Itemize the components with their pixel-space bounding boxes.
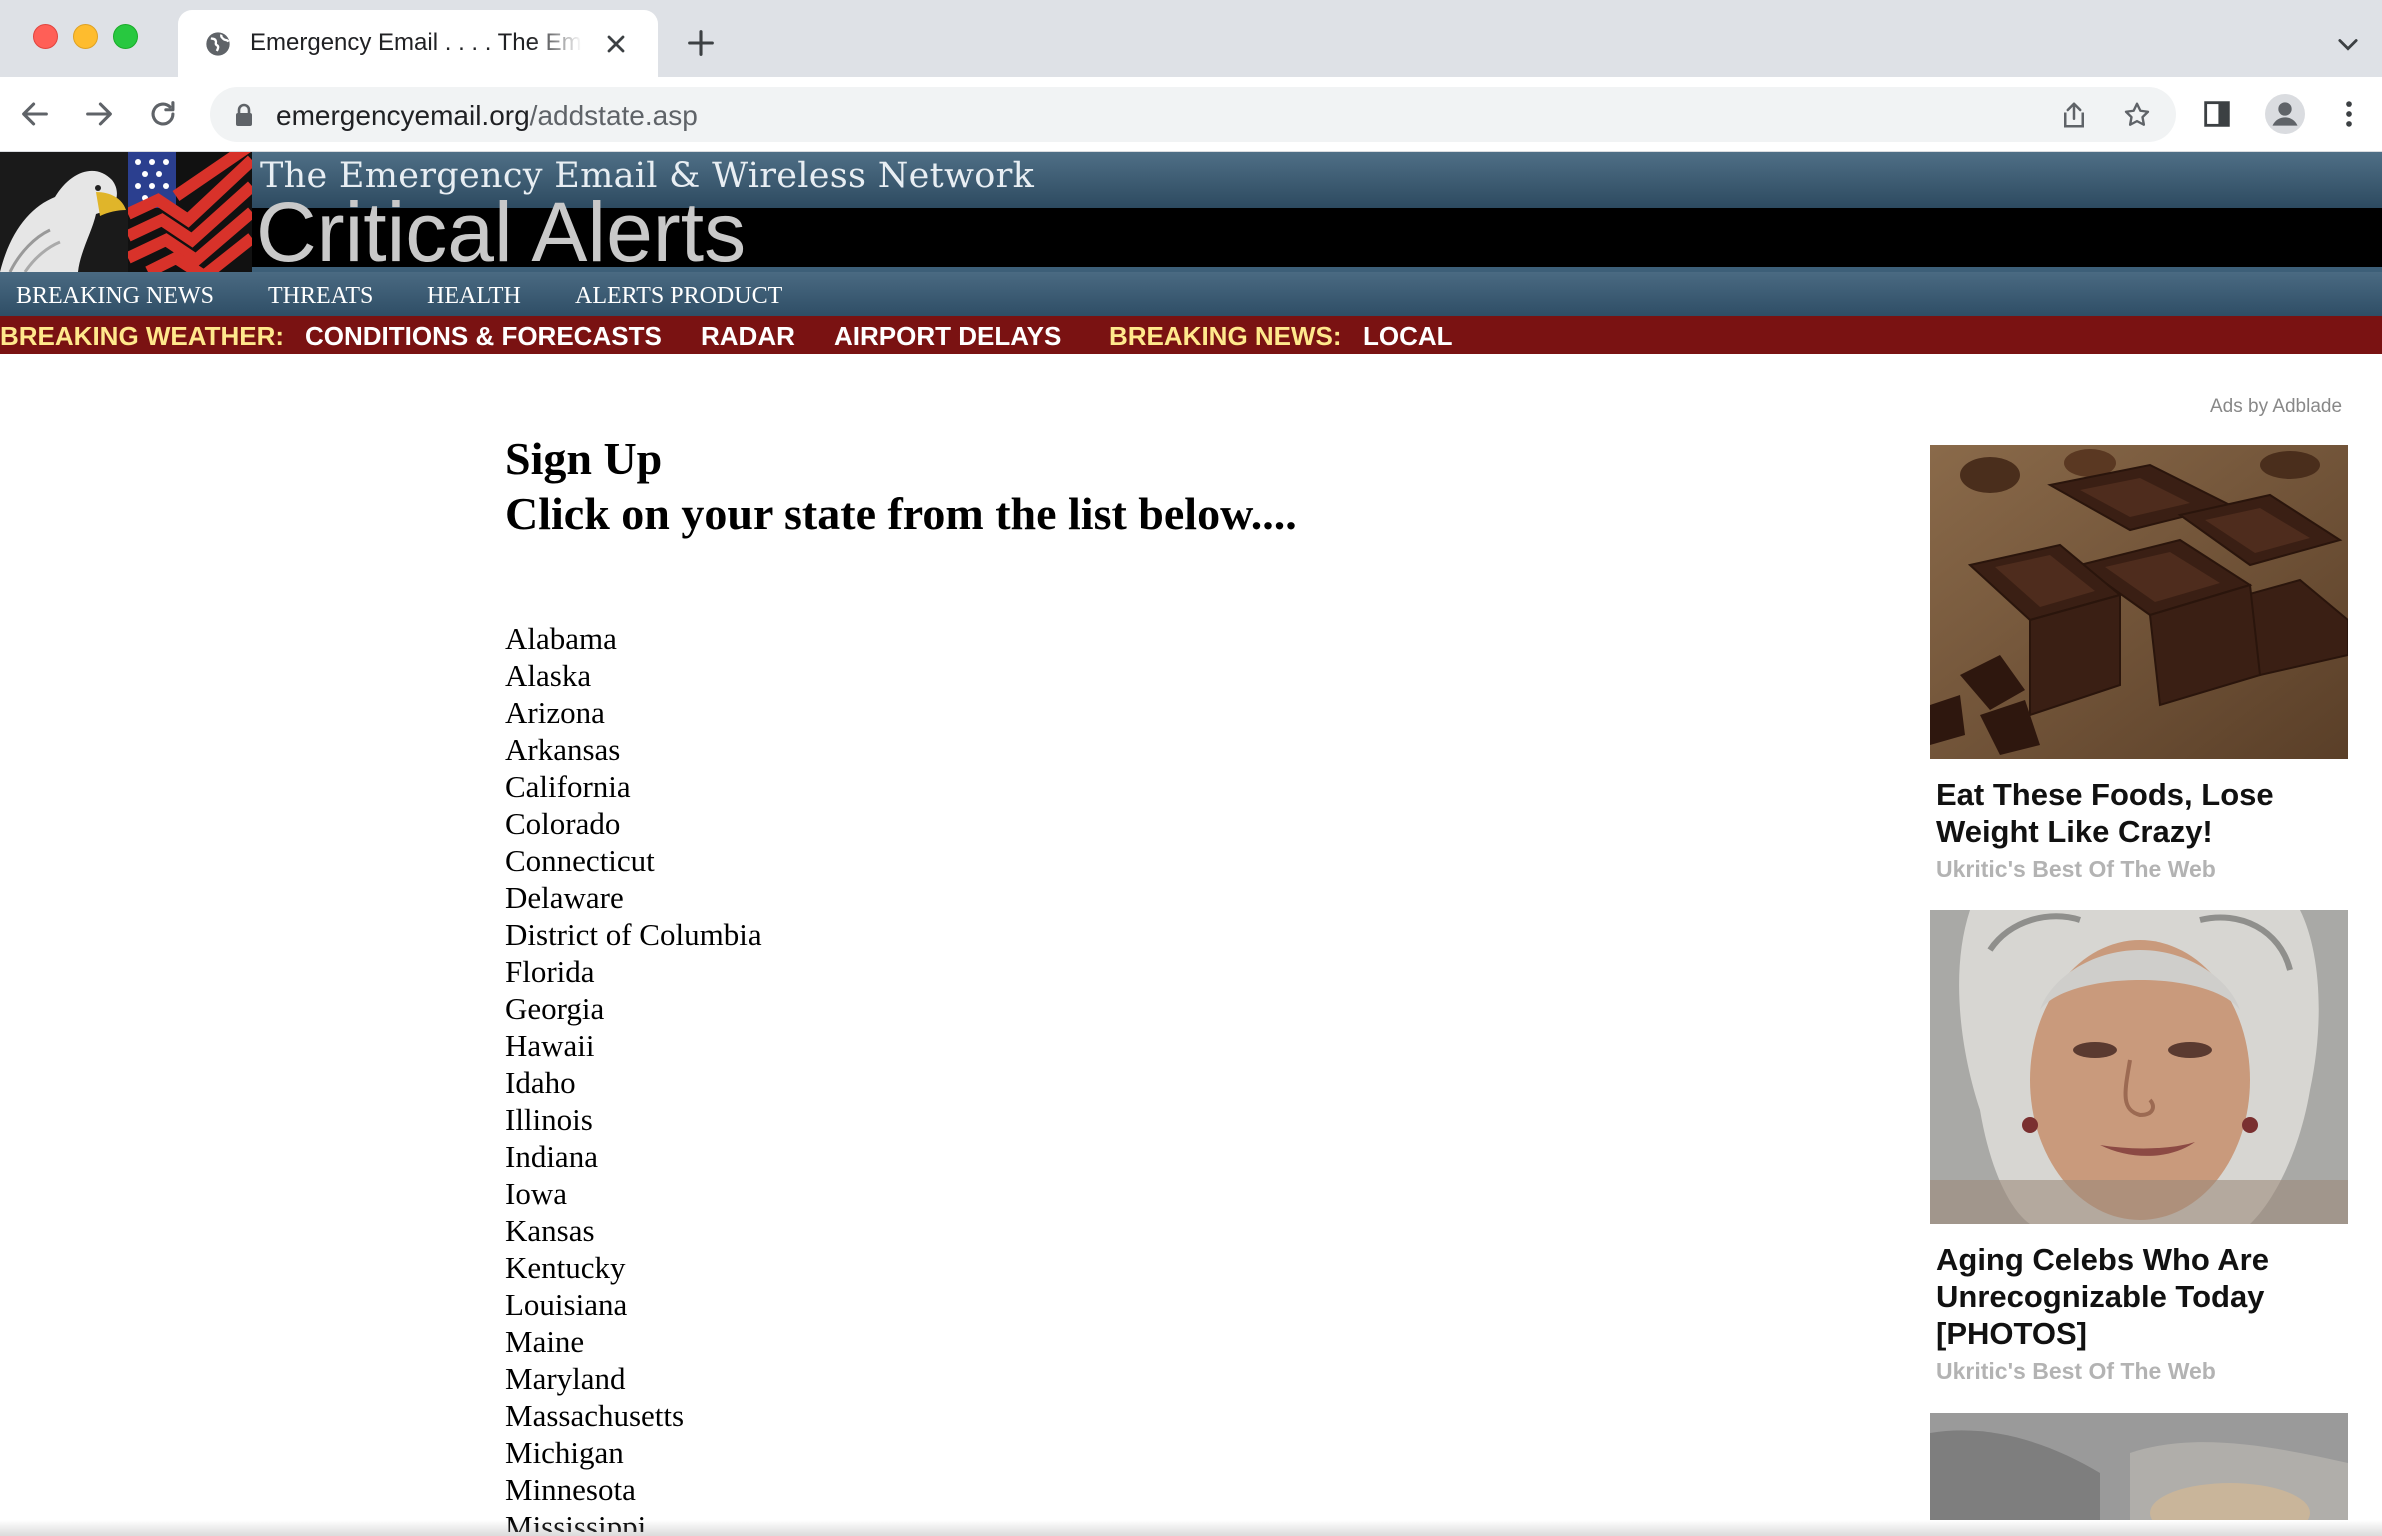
state-link[interactable]: Massachusetts bbox=[505, 1397, 1105, 1434]
american-flag-image bbox=[128, 152, 252, 272]
browser-tab-bar: Emergency Email . . . . The Emergency Em… bbox=[0, 0, 2382, 77]
reload-icon[interactable] bbox=[146, 97, 180, 131]
more-vertical-icon[interactable] bbox=[2332, 97, 2366, 131]
state-link[interactable]: Iowa bbox=[505, 1175, 1105, 1212]
ad-image-celebrity[interactable] bbox=[1930, 910, 2348, 1224]
breaking-weather-label: BREAKING WEATHER: bbox=[0, 321, 285, 351]
url-domain: emergencyemail.org bbox=[276, 100, 530, 131]
url-path: /addstate.asp bbox=[529, 100, 698, 131]
state-link[interactable]: Arizona bbox=[505, 694, 1105, 731]
state-link[interactable]: Maryland bbox=[505, 1360, 1105, 1397]
url-text[interactable]: emergencyemail.org/addstate.asp bbox=[276, 100, 698, 132]
plus-icon[interactable] bbox=[684, 26, 718, 60]
state-link[interactable]: Delaware bbox=[505, 879, 1105, 916]
close-icon[interactable] bbox=[602, 30, 630, 58]
nav-breaking-news[interactable]: BREAKING NEWS bbox=[16, 283, 214, 310]
active-tab[interactable]: Emergency Email . . . . The Emergency Em… bbox=[178, 10, 658, 77]
page-title: Sign Up bbox=[505, 433, 663, 484]
state-link[interactable]: Arkansas bbox=[505, 731, 1105, 768]
state-link[interactable]: California bbox=[505, 768, 1105, 805]
state-link[interactable]: Kentucky bbox=[505, 1249, 1105, 1286]
forward-arrow-icon[interactable] bbox=[82, 97, 116, 131]
link-radar[interactable]: RADAR bbox=[701, 321, 795, 352]
ad-title[interactable]: Aging Celebs Who Are Unrecognizable Toda… bbox=[1930, 1241, 2348, 1352]
state-link[interactable]: Alaska bbox=[505, 657, 1105, 694]
link-airport-delays[interactable]: AIRPORT DELAYS bbox=[834, 321, 1061, 352]
state-link[interactable]: District of Columbia bbox=[505, 916, 1105, 953]
breaking-news-label: BREAKING NEWS: bbox=[1109, 321, 1342, 351]
nav-threats[interactable]: THREATS bbox=[268, 283, 373, 310]
state-link[interactable]: Hawaii bbox=[505, 1027, 1105, 1064]
window-minimize-button[interactable] bbox=[73, 24, 98, 49]
state-link[interactable]: Indiana bbox=[505, 1138, 1105, 1175]
page-instruction: Click on your state from the list below.… bbox=[505, 488, 1297, 539]
ad-card[interactable] bbox=[1930, 1413, 2348, 1520]
state-link[interactable]: Idaho bbox=[505, 1064, 1105, 1101]
state-link[interactable]: Connecticut bbox=[505, 842, 1105, 879]
eagle-logo-image bbox=[0, 152, 128, 272]
ads-label[interactable]: Ads by Adblade bbox=[2210, 396, 2342, 418]
breaking-sub-nav: BREAKING WEATHER: CONDITIONS & FORECASTS… bbox=[0, 316, 2382, 354]
link-local[interactable]: LOCAL bbox=[1363, 321, 1453, 352]
back-arrow-icon[interactable] bbox=[18, 97, 52, 131]
star-icon[interactable] bbox=[2122, 100, 2152, 130]
site-header: The Emergency Email & Wireless Network C… bbox=[0, 152, 2382, 272]
state-link[interactable]: Georgia bbox=[505, 990, 1105, 1027]
ad-card[interactable]: Eat These Foods, Lose Weight Like Crazy!… bbox=[1930, 445, 2349, 883]
share-icon[interactable] bbox=[2059, 100, 2089, 130]
ad-title[interactable]: Eat These Foods, Lose Weight Like Crazy! bbox=[1930, 776, 2348, 850]
ad-image-partial[interactable] bbox=[1930, 1413, 2348, 1520]
window-close-button[interactable] bbox=[33, 24, 58, 49]
nav-health[interactable]: HEALTH bbox=[427, 283, 521, 310]
side-panel-icon[interactable] bbox=[2200, 97, 2234, 131]
ad-card[interactable]: Aging Celebs Who Are Unrecognizable Toda… bbox=[1930, 910, 2348, 1385]
profile-avatar-icon[interactable] bbox=[2265, 94, 2305, 134]
state-link[interactable]: Florida bbox=[505, 953, 1105, 990]
window-maximize-button[interactable] bbox=[113, 24, 138, 49]
state-link[interactable]: Minnesota bbox=[505, 1471, 1105, 1508]
state-link[interactable]: Louisiana bbox=[505, 1286, 1105, 1323]
tab-title: Emergency Email . . . . The Emergency Em… bbox=[250, 29, 582, 56]
window-bottom-edge bbox=[0, 1520, 2382, 1536]
chevron-down-icon[interactable] bbox=[2334, 30, 2362, 58]
lock-icon[interactable] bbox=[234, 103, 254, 127]
state-link[interactable]: Michigan bbox=[505, 1434, 1105, 1471]
nav-alerts-product[interactable]: ALERTS PRODUCT bbox=[575, 283, 782, 310]
state-link[interactable]: Illinois bbox=[505, 1101, 1105, 1138]
browser-toolbar: emergencyemail.org/addstate.asp bbox=[0, 77, 2382, 152]
link-conditions-forecasts[interactable]: CONDITIONS & FORECASTS bbox=[305, 321, 662, 352]
main-nav: BREAKING NEWS THREATS HEALTH ALERTS PROD… bbox=[0, 272, 2382, 316]
ad-source[interactable]: Ukritic's Best Of The Web bbox=[1930, 856, 2348, 883]
address-bar[interactable]: emergencyemail.org/addstate.asp bbox=[210, 87, 2176, 142]
ad-source[interactable]: Ukritic's Best Of The Web bbox=[1930, 1358, 2348, 1385]
state-link[interactable]: Maine bbox=[505, 1323, 1105, 1360]
state-link[interactable]: Colorado bbox=[505, 805, 1105, 842]
globe-icon bbox=[206, 32, 230, 56]
state-list: Alabama Alaska Arizona Arkansas California Co… bbox=[505, 620, 1105, 1532]
site-title: Critical Alerts bbox=[256, 185, 747, 272]
state-link[interactable]: Kansas bbox=[505, 1212, 1105, 1249]
state-link[interactable]: Alabama bbox=[505, 620, 1105, 657]
ad-image-chocolate[interactable] bbox=[1930, 445, 2349, 759]
